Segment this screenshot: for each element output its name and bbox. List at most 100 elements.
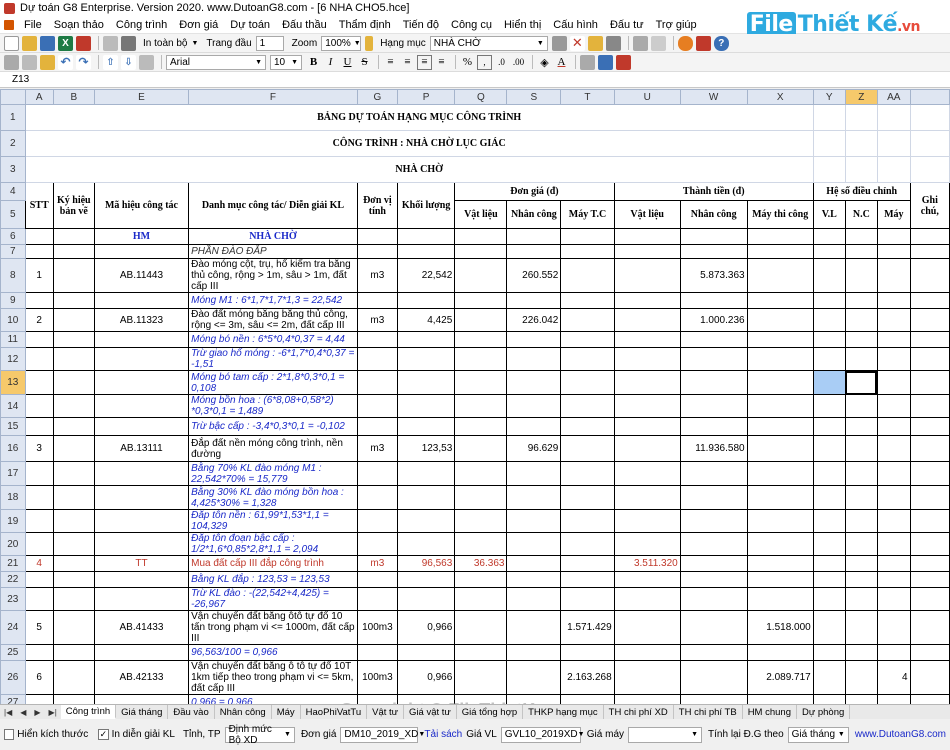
machine-price-cell[interactable] <box>560 644 615 661</box>
labor-price-cell[interactable] <box>506 370 562 395</box>
row-header[interactable]: 17 <box>0 461 26 486</box>
drawing-code-cell[interactable] <box>52 485 95 510</box>
machine-amount-cell[interactable] <box>746 461 814 486</box>
machine-price-cell[interactable] <box>560 509 615 533</box>
material-amount-cell[interactable] <box>613 435 681 462</box>
machine-price-cell[interactable] <box>560 571 615 588</box>
unit-cell[interactable] <box>356 292 398 309</box>
sheet-tab[interactable]: Công trình <box>60 705 117 719</box>
grid-icon[interactable] <box>551 35 567 51</box>
notes-cell[interactable] <box>909 644 950 661</box>
machine-price-cell[interactable] <box>560 308 615 332</box>
material-price-cell[interactable]: 36.363 <box>454 555 508 572</box>
unit-cell[interactable] <box>356 394 398 418</box>
website-link[interactable]: www.DutoanG8.com <box>855 729 946 740</box>
coef-vl-cell[interactable] <box>812 394 846 418</box>
cell[interactable] <box>909 104 950 131</box>
description-cell[interactable]: Đào móng cột, trụ, hố kiểm tra bằng thủ … <box>188 258 358 293</box>
quantity-cell[interactable]: 123,53 <box>396 435 456 462</box>
coef-nc-cell[interactable] <box>844 370 878 395</box>
notes-cell[interactable] <box>909 509 950 533</box>
work-code-cell[interactable] <box>93 461 190 486</box>
drawing-code-cell[interactable] <box>52 244 95 259</box>
machine-amount-cell[interactable] <box>746 532 814 556</box>
labor-amount-cell[interactable] <box>679 370 748 395</box>
work-code-cell[interactable] <box>93 417 190 436</box>
stt-cell[interactable] <box>24 587 54 611</box>
drawing-code-cell[interactable] <box>52 571 95 588</box>
stt-cell[interactable] <box>24 644 54 661</box>
stt-cell[interactable]: 6 <box>24 660 54 695</box>
quantity-cell[interactable]: 0,966 <box>396 610 456 645</box>
labor-price-cell[interactable] <box>506 587 562 611</box>
machine-amount-cell[interactable] <box>746 485 814 510</box>
machine-amount-cell[interactable] <box>746 370 814 395</box>
labor-amount-cell[interactable]: 1.000.236 <box>679 308 748 332</box>
coef-vl-cell[interactable] <box>812 509 846 533</box>
unit-cell[interactable] <box>356 370 398 395</box>
labor-amount-cell[interactable] <box>679 509 748 533</box>
material-price-cell[interactable] <box>454 532 508 556</box>
print-icon[interactable] <box>121 35 136 51</box>
row-header[interactable]: 8 <box>0 258 26 293</box>
description-cell[interactable]: Đào đất móng băng bằng thủ công, rộng <=… <box>188 308 358 332</box>
labor-price-cell[interactable]: 226.042 <box>506 308 562 332</box>
machine-amount-cell[interactable] <box>746 509 814 533</box>
open-folder-icon[interactable] <box>22 35 37 51</box>
notes-cell[interactable] <box>909 435 950 462</box>
cell[interactable] <box>812 104 846 131</box>
work-code-cell[interactable] <box>93 394 190 418</box>
description-cell[interactable]: Trừ giao hố móng : -6*1,7*0,4*0,37 = -1,… <box>188 347 358 371</box>
row-header[interactable]: 15 <box>0 417 26 436</box>
cell[interactable] <box>844 104 878 131</box>
work-code-cell[interactable] <box>93 587 190 611</box>
menu-item[interactable]: Công trình <box>110 19 173 31</box>
print-all-combo[interactable]: In toàn bộ <box>143 38 187 49</box>
coef-nc-cell[interactable] <box>844 660 878 695</box>
unit-cell[interactable]: m3 <box>356 308 398 332</box>
cell[interactable] <box>679 228 748 245</box>
coef-may-cell[interactable] <box>876 610 911 645</box>
description-cell[interactable]: Móng bó tam cấp : 2*1,8*0,3*0,1 = 0,108 <box>188 370 358 395</box>
column-header[interactable]: G <box>356 89 398 105</box>
labor-price-cell[interactable] <box>506 244 562 259</box>
material-price-cell[interactable] <box>454 587 508 611</box>
start-page-input[interactable]: 1 <box>255 35 284 51</box>
work-code-cell[interactable]: AB.11443 <box>93 258 190 293</box>
stt-cell[interactable] <box>24 532 54 556</box>
sheet-icon[interactable] <box>650 35 666 51</box>
redo-icon[interactable]: ↷ <box>76 54 91 70</box>
column-header[interactable]: W <box>679 89 748 105</box>
cell[interactable] <box>909 156 950 183</box>
row-header[interactable]: 14 <box>0 394 26 418</box>
labor-price-cell[interactable] <box>506 571 562 588</box>
spreadsheet[interactable]: A B E F G P Q S T U W X Y Z AA 1 BẢNG DỰ TOÁN HẠNG MỤC C… <box>0 89 950 704</box>
description-cell[interactable]: 0,966 = 0,966 <box>188 694 358 704</box>
row-header[interactable]: 26 <box>0 660 26 695</box>
cell[interactable] <box>844 228 878 245</box>
menu-item[interactable]: Soạn thảo <box>48 19 110 31</box>
drawing-code-cell[interactable] <box>52 347 95 371</box>
coef-vl-cell[interactable] <box>812 571 846 588</box>
notes-cell[interactable] <box>909 660 950 695</box>
drawing-code-cell[interactable] <box>52 660 95 695</box>
labor-price-cell[interactable]: 96.629 <box>506 435 562 462</box>
strikethrough-button[interactable]: S <box>357 55 372 70</box>
stt-cell[interactable]: 3 <box>24 435 54 462</box>
cut-icon[interactable] <box>4 54 19 70</box>
row-format-icon[interactable] <box>139 54 154 70</box>
column-header[interactable]: B <box>52 89 95 105</box>
description-cell[interactable]: Vận chuyển đất bằng ôtô tự đổ 10 tấn tro… <box>188 610 358 645</box>
row-header[interactable]: 10 <box>0 308 26 332</box>
material-amount-cell[interactable] <box>613 461 681 486</box>
coef-vl-cell[interactable] <box>812 644 846 661</box>
labor-amount-cell[interactable]: 5.873.363 <box>679 258 748 293</box>
drawing-code-cell[interactable] <box>52 394 95 418</box>
quantity-cell[interactable] <box>396 347 456 371</box>
work-code-cell[interactable] <box>93 571 190 588</box>
material-amount-cell[interactable] <box>613 370 681 395</box>
drawing-code-cell[interactable] <box>52 308 95 332</box>
row-header[interactable]: 16 <box>0 435 26 462</box>
zoom-select[interactable]: 100% ▼ <box>321 35 362 51</box>
stt-cell[interactable] <box>24 292 54 309</box>
